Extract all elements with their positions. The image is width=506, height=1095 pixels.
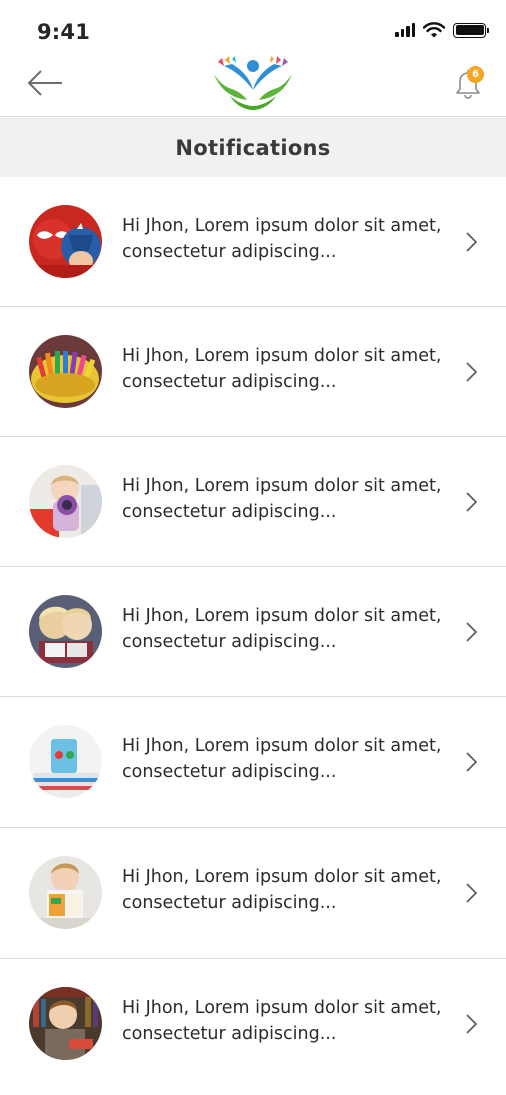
chevron-right-icon[interactable]: [463, 620, 479, 644]
chevron-right-icon[interactable]: [463, 1012, 479, 1036]
avatar: [29, 205, 102, 278]
notification-text: Hi Jhon, Lorem ipsum dolor sit amet, con…: [122, 346, 442, 392]
notification-text: Hi Jhon, Lorem ipsum dolor sit amet, con…: [122, 736, 442, 782]
avatar: [29, 725, 102, 798]
page-title: Notifications: [175, 135, 331, 160]
notification-text: Hi Jhon, Lorem ipsum dolor sit amet, con…: [122, 998, 442, 1044]
notification-count-badge: 6: [467, 66, 484, 83]
notification-text: Hi Jhon, Lorem ipsum dolor sit amet, con…: [122, 216, 442, 262]
notification-text: Hi Jhon, Lorem ipsum dolor sit amet, con…: [122, 606, 442, 652]
notification-item[interactable]: Hi Jhon, Lorem ipsum dolor sit amet, con…: [0, 697, 506, 828]
avatar: [29, 335, 102, 408]
status-icons: [395, 22, 489, 38]
notification-item[interactable]: Hi Jhon, Lorem ipsum dolor sit amet, con…: [0, 437, 506, 567]
notification-item[interactable]: Hi Jhon, Lorem ipsum dolor sit amet, con…: [0, 177, 506, 307]
chevron-right-icon[interactable]: [463, 881, 479, 905]
cellular-signal-icon: [395, 23, 415, 37]
page-title-bar: Notifications: [0, 118, 506, 177]
notification-item[interactable]: Hi Jhon, Lorem ipsum dolor sit amet, con…: [0, 307, 506, 437]
wifi-icon: [423, 22, 445, 38]
chevron-right-icon[interactable]: [463, 490, 479, 514]
battery-icon: [453, 22, 489, 38]
chevron-right-icon[interactable]: [463, 230, 479, 254]
avatar: [29, 465, 102, 538]
back-arrow-icon[interactable]: [26, 66, 66, 100]
navigation-bar: [0, 50, 506, 117]
app-logo: [214, 56, 292, 110]
avatar: [29, 595, 102, 668]
notification-list: Hi Jhon, Lorem ipsum dolor sit amet, con…: [0, 177, 506, 1090]
notification-item[interactable]: Hi Jhon, Lorem ipsum dolor sit amet, con…: [0, 828, 506, 959]
avatar: [29, 856, 102, 929]
chevron-right-icon[interactable]: [463, 360, 479, 384]
status-bar: 9:41: [0, 0, 506, 50]
notification-item[interactable]: Hi Jhon, Lorem ipsum dolor sit amet, con…: [0, 567, 506, 697]
notification-text: Hi Jhon, Lorem ipsum dolor sit amet, con…: [122, 476, 442, 522]
avatar: [29, 987, 102, 1060]
status-time: 9:41: [37, 20, 91, 44]
notification-item[interactable]: Hi Jhon, Lorem ipsum dolor sit amet, con…: [0, 959, 506, 1090]
chevron-right-icon[interactable]: [463, 750, 479, 774]
notification-text: Hi Jhon, Lorem ipsum dolor sit amet, con…: [122, 867, 442, 913]
